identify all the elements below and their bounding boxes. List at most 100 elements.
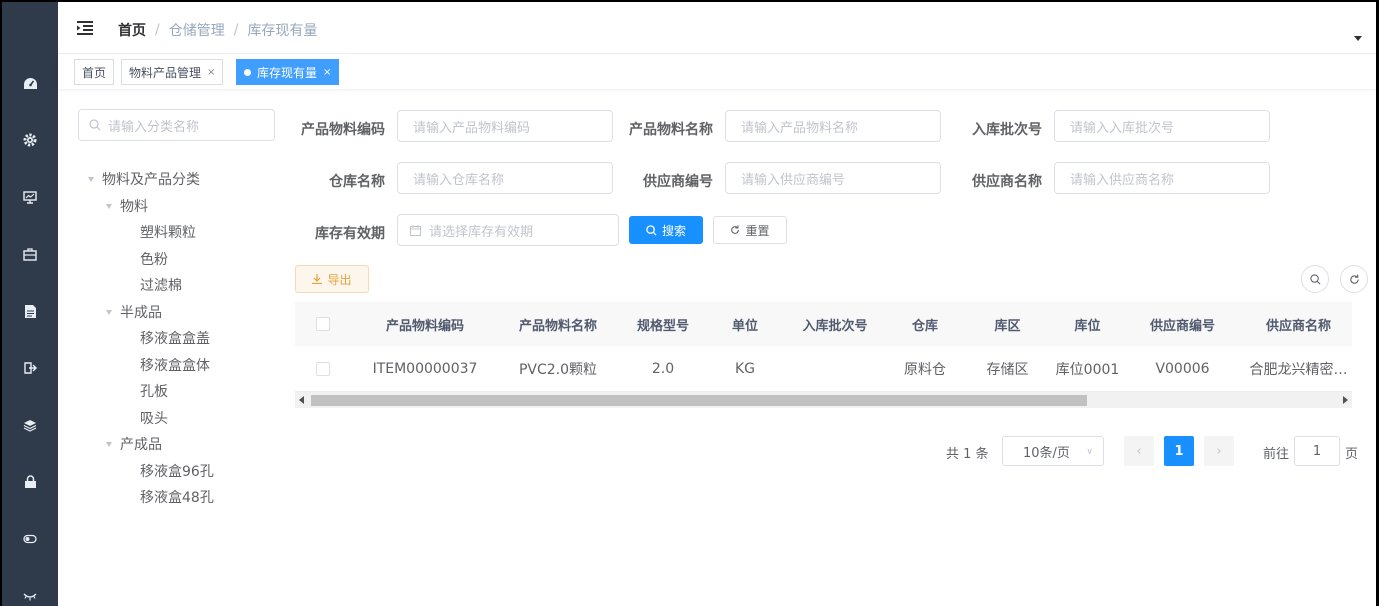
expand-arrow-icon[interactable] xyxy=(106,441,112,447)
search-icon xyxy=(89,119,101,131)
column-header[interactable]: 供应商名称 xyxy=(1245,302,1352,346)
column-header[interactable]: 仓库 xyxy=(890,302,960,346)
tag-home[interactable]: 首页 xyxy=(74,59,115,85)
cell-item-code: ITEM00000037 xyxy=(372,360,478,377)
page-size-select[interactable]: 10条/页 ∨ xyxy=(1002,436,1104,466)
column-header[interactable]: 规格型号 xyxy=(616,302,710,346)
select-all-cell xyxy=(295,302,350,346)
scrollbar-thumb[interactable] xyxy=(311,395,1087,406)
tree-node-leaf[interactable]: 过滤棉 xyxy=(140,275,182,295)
horizontal-scrollbar[interactable] xyxy=(295,392,1352,408)
tag-material-product[interactable]: 物料产品管理 × xyxy=(121,59,224,85)
monitor-icon[interactable] xyxy=(22,189,38,205)
item-code-input[interactable]: 请输入产品物料编码 xyxy=(397,110,613,142)
tree-node-material[interactable]: 物料 xyxy=(106,196,148,216)
column-header[interactable]: 入库批次号 xyxy=(780,302,890,346)
tag-inventory-onhand[interactable]: 库存现有量 × xyxy=(236,59,340,85)
document-icon[interactable] xyxy=(22,303,38,319)
settings-gear-icon[interactable] xyxy=(22,132,38,148)
tree-node-leaf[interactable]: 吸头 xyxy=(140,408,168,428)
tree-node-label: 移液盒盒体 xyxy=(140,358,210,374)
goto-page-input[interactable]: 1 xyxy=(1294,436,1340,466)
cell-spec: 2.0 xyxy=(651,360,675,377)
tag-close-icon[interactable]: × xyxy=(323,67,331,78)
page-size-value: 10条/页 xyxy=(1023,445,1070,461)
warehouse-placeholder: 请输入仓库名称 xyxy=(413,172,505,188)
exit-icon[interactable] xyxy=(22,360,38,376)
hamburger-menu-icon[interactable] xyxy=(76,20,94,36)
item-name-input[interactable]: 请输入产品物料名称 xyxy=(725,110,941,142)
toggle-search-button[interactable] xyxy=(1301,265,1329,293)
column-header[interactable]: 库位 xyxy=(1055,302,1120,346)
tree-node-leaf[interactable]: 移液盒48孔 xyxy=(140,487,214,507)
tree-node-label: 产成品 xyxy=(120,437,162,453)
row-select-cell xyxy=(295,346,350,391)
layers-icon[interactable] xyxy=(22,417,38,433)
tree-node-label: 移液盒96孔 xyxy=(140,464,214,480)
tree-node-leaf[interactable]: 孔板 xyxy=(140,381,168,401)
vendor-name-input[interactable]: 请输入供应商名称 xyxy=(1054,162,1270,194)
inventory-table: 产品物料编码 产品物料名称 规格型号 单位 入库批次号 仓库 库区 库位 供应商… xyxy=(295,302,1352,410)
tree-node-leaf[interactable]: 移液盒96孔 xyxy=(140,461,214,481)
cell-item-name: PVC2.0颗粒 xyxy=(518,361,598,378)
reset-button[interactable]: 重置 xyxy=(713,216,787,244)
column-header[interactable]: 产品物料名称 xyxy=(500,302,616,346)
scroll-right-arrow-icon[interactable] xyxy=(1343,396,1348,404)
column-header[interactable]: 库区 xyxy=(960,302,1055,346)
eye-closed-icon[interactable] xyxy=(22,588,38,604)
warehouse-label: 仓库名称 xyxy=(329,174,385,190)
lock-icon[interactable] xyxy=(22,474,38,490)
user-dropdown-caret-icon[interactable] xyxy=(1354,36,1362,41)
batch-code-input[interactable]: 请输入入库批次号 xyxy=(1054,110,1270,142)
page-number-current[interactable]: 1 xyxy=(1164,436,1194,466)
refresh-button[interactable] xyxy=(1340,265,1368,293)
expire-placeholder: 请选择库存有效期 xyxy=(429,224,534,240)
expire-date-picker[interactable]: 请选择库存有效期 xyxy=(397,214,619,246)
select-all-checkbox[interactable] xyxy=(315,317,330,331)
dashboard-icon[interactable] xyxy=(22,75,38,91)
main-content: 首页 / 仓储管理 / 库存现有量 首页 物料产品管理 × 库存现有量 × 请输… xyxy=(58,2,1376,606)
download-icon xyxy=(312,274,323,284)
refresh-icon xyxy=(1349,273,1359,284)
row-checkbox[interactable] xyxy=(315,361,330,376)
prev-page-button[interactable]: ‹ xyxy=(1124,436,1154,466)
toggle-icon[interactable] xyxy=(22,531,38,547)
expand-arrow-icon[interactable] xyxy=(106,309,112,315)
tree-node-label: 色粉 xyxy=(140,252,168,268)
item-name-label: 产品物料名称 xyxy=(629,122,713,138)
tree-node-leaf[interactable]: 移液盒盒体 xyxy=(140,355,210,375)
scroll-left-arrow-icon[interactable] xyxy=(299,396,304,404)
column-header[interactable]: 单位 xyxy=(710,302,780,346)
tree-node-leaf[interactable]: 移液盒盒盖 xyxy=(140,328,210,348)
column-header[interactable]: 供应商编号 xyxy=(1120,302,1245,346)
tree-node-finished-product[interactable]: 产成品 xyxy=(106,434,162,454)
next-page-button[interactable]: › xyxy=(1204,436,1234,466)
tree-node-label: 吸头 xyxy=(140,411,168,427)
category-search-input[interactable]: 请输入分类名称 xyxy=(78,109,275,141)
warehouse-input[interactable]: 请输入仓库名称 xyxy=(397,162,613,194)
table-row[interactable]: ITEM00000037 PVC2.0颗粒 2.0 KG 原料仓 存储区 库位0… xyxy=(295,346,1352,392)
vendor-code-input[interactable]: 请输入供应商编号 xyxy=(725,162,941,194)
expand-arrow-icon[interactable] xyxy=(106,203,112,209)
expand-arrow-icon[interactable] xyxy=(88,176,94,182)
cell-warehouse: 原料仓 xyxy=(904,361,946,378)
briefcase-icon[interactable] xyxy=(22,246,38,262)
column-header[interactable]: 产品物料编码 xyxy=(350,302,500,346)
export-button[interactable]: 导出 xyxy=(295,265,369,293)
cell-vendor-code: V00006 xyxy=(1155,360,1210,377)
vendor-name-placeholder: 请输入供应商名称 xyxy=(1070,172,1175,188)
goto-label: 前往 xyxy=(1263,447,1290,462)
search-button[interactable]: 搜索 xyxy=(629,216,703,244)
tree-node-leaf[interactable]: 色粉 xyxy=(140,249,168,269)
breadcrumb-home[interactable]: 首页 xyxy=(118,20,146,40)
active-dot-icon xyxy=(244,68,251,76)
table-header: 产品物料编码 产品物料名称 规格型号 单位 入库批次号 仓库 库区 库位 供应商… xyxy=(295,302,1352,346)
tree-node-root[interactable]: 物料及产品分类 xyxy=(88,169,200,189)
tree-node-label: 物料及产品分类 xyxy=(102,172,200,188)
tree-node-leaf[interactable]: 塑料颗粒 xyxy=(140,222,196,242)
tag-label: 库存现有量 xyxy=(257,65,318,80)
breadcrumb-current: 库存现有量 xyxy=(247,23,318,39)
breadcrumb-warehouse: 仓储管理 xyxy=(168,23,225,39)
tree-node-semi-product[interactable]: 半成品 xyxy=(106,302,162,322)
tag-close-icon[interactable]: × xyxy=(207,67,215,78)
